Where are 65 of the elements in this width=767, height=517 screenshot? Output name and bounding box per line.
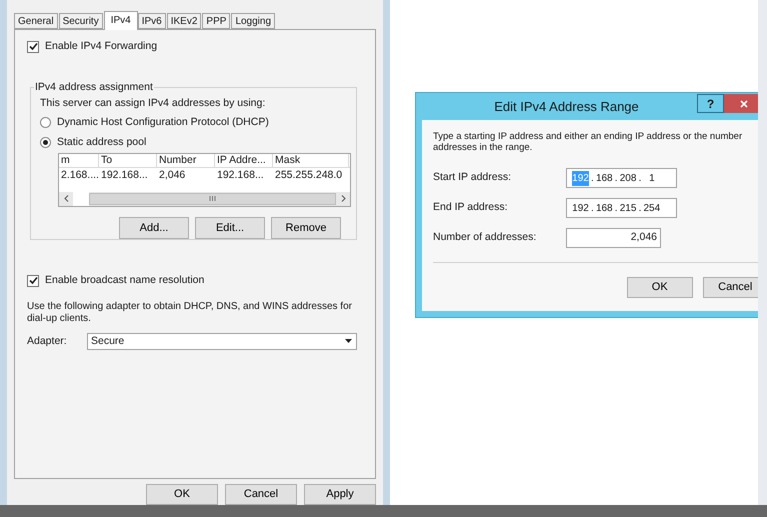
close-icon bbox=[740, 100, 748, 108]
adapter-note: Use the following adapter to obtain DHCP, DNS, and WINS addresses for dial-up clients. bbox=[27, 300, 353, 325]
checkbox[interactable] bbox=[27, 274, 39, 287]
ip-octet[interactable]: 192 bbox=[572, 200, 589, 216]
radio-label: Static address pool bbox=[57, 135, 146, 150]
tab[interactable]: IPv6 bbox=[138, 12, 166, 29]
octet-dot: . bbox=[591, 202, 594, 216]
horizontal-scrollbar[interactable] bbox=[59, 192, 350, 206]
dialog-button[interactable]: Apply bbox=[304, 484, 376, 505]
help-button[interactable]: ? bbox=[697, 94, 724, 113]
checkbox[interactable] bbox=[27, 40, 39, 53]
tab[interactable]: IPv4 bbox=[104, 10, 138, 30]
octet-dot: . bbox=[614, 172, 618, 186]
dialog-button[interactable]: OK bbox=[627, 277, 692, 298]
tab[interactable]: General bbox=[14, 12, 58, 29]
scroll-thumb[interactable] bbox=[89, 192, 336, 205]
adapter-label: Adapter: bbox=[27, 334, 68, 349]
description: This server can assign IPv4 addresses by using: bbox=[40, 96, 266, 110]
ip-address-field[interactable]: 192 . 168 . 215 . 254 bbox=[566, 198, 677, 218]
radio-button[interactable] bbox=[40, 117, 51, 128]
radio-button[interactable] bbox=[40, 137, 51, 148]
dialog-button[interactable]: Add... bbox=[119, 216, 189, 239]
ip-octet[interactable]: 254 bbox=[643, 200, 660, 216]
number-field[interactable]: 2,046 bbox=[566, 228, 661, 248]
octet-dot: . bbox=[638, 172, 642, 186]
dialog-button[interactable]: Remove bbox=[271, 216, 341, 239]
close-button[interactable] bbox=[724, 94, 758, 113]
column-header[interactable]: IP Addre... bbox=[215, 154, 273, 167]
table-cell-text: 255.255.248.0 bbox=[274, 168, 344, 183]
tab[interactable]: Security bbox=[58, 12, 103, 29]
ip-octet[interactable]: 1 bbox=[643, 170, 660, 186]
column-header[interactable]: To bbox=[99, 154, 157, 167]
field-label: Start IP address: bbox=[433, 170, 512, 186]
group-title: IPv4 address assignment bbox=[34, 80, 154, 94]
table-cell-text: 2.168.... bbox=[60, 168, 99, 183]
adapter-dropdown[interactable]: Secure bbox=[87, 332, 357, 350]
dialog-button[interactable]: OK bbox=[146, 484, 218, 505]
octet-dot: . bbox=[638, 202, 642, 216]
instruction-text: addresses in the range. bbox=[433, 142, 534, 153]
dialog-button[interactable]: Cancel bbox=[225, 484, 297, 505]
ip-address-field[interactable]: 192 . 168 . 208 . 1 bbox=[566, 168, 677, 188]
window-title: Edit IPv4 Address Range bbox=[493, 98, 640, 116]
field-label: Number of addresses: bbox=[433, 230, 538, 246]
octet-dot: . bbox=[614, 202, 618, 216]
instruction-text: Type a starting IP address and either an ending IP address or the number bbox=[433, 131, 744, 142]
column-header[interactable]: m bbox=[59, 154, 99, 167]
ip-octet[interactable]: 208 bbox=[620, 170, 637, 186]
checkbox-label: Enable broadcast name resolution bbox=[45, 273, 204, 288]
ip-octet[interactable]: 168 bbox=[596, 170, 613, 186]
radio-label: Dynamic Host Configuration Protocol (DHCP) bbox=[57, 115, 269, 130]
octet-dot: . bbox=[591, 172, 594, 186]
checkbox-label: Enable IPv4 Forwarding bbox=[45, 39, 158, 54]
tab[interactable]: IKEv2 bbox=[166, 12, 202, 29]
table-cell-text: 192.168... bbox=[100, 168, 149, 183]
ip-octet[interactable]: 215 bbox=[620, 200, 637, 216]
dialog-button[interactable]: Edit... bbox=[195, 216, 265, 239]
column-header[interactable]: Mask bbox=[273, 154, 349, 167]
tab[interactable]: PPP bbox=[202, 12, 230, 29]
dialog-button[interactable]: Cancel bbox=[702, 277, 758, 298]
table-cell-text: 2,046 bbox=[158, 168, 186, 183]
column-header[interactable]: Number bbox=[157, 154, 215, 167]
ip-octet[interactable]: 168 bbox=[596, 200, 613, 216]
field-label: End IP address: bbox=[433, 200, 509, 216]
table-cell-text: 192.168... bbox=[216, 168, 265, 183]
tab[interactable]: Logging bbox=[231, 12, 276, 29]
